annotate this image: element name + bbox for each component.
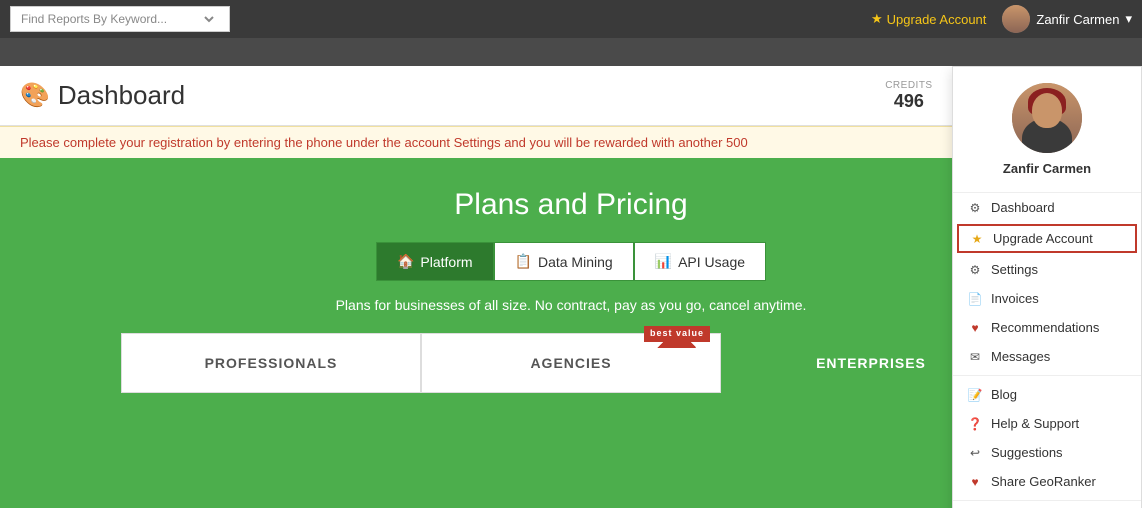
search-input[interactable]: Find Reports By Keyword... bbox=[17, 11, 217, 27]
share-menu-label: Share GeoRanker bbox=[991, 474, 1096, 489]
plan-card-agencies: best value AGENCIES bbox=[421, 333, 721, 393]
menu-item-blog[interactable]: 📝 Blog bbox=[953, 380, 1141, 409]
user-dropdown-menu: Zanfir Carmen ⚙ Dashboard ★ Upgrade Acco… bbox=[952, 66, 1142, 508]
top-nav-right: ★ Upgrade Account Zanfir Carmen ▾ bbox=[871, 5, 1132, 33]
chevron-down-icon: ▾ bbox=[1125, 11, 1132, 27]
messages-menu-label: Messages bbox=[991, 349, 1050, 364]
best-value-badge: best value bbox=[644, 326, 710, 342]
messages-menu-icon: ✉ bbox=[967, 350, 983, 364]
plans-title: Plans and Pricing bbox=[454, 188, 687, 222]
avatar-image bbox=[1002, 5, 1030, 33]
user-menu-button[interactable]: Zanfir Carmen ▾ bbox=[1002, 5, 1132, 33]
content-area: 🎨 Dashboard CREDITS 496 REPORTS 2 MONITO… bbox=[0, 66, 1142, 508]
tab-data-mining-label: Data Mining bbox=[538, 254, 613, 270]
dropdown-user-name: Zanfir Carmen bbox=[1003, 161, 1091, 176]
recommendations-menu-label: Recommendations bbox=[991, 320, 1099, 335]
dropdown-divider-2 bbox=[953, 500, 1141, 501]
help-menu-icon: ❓ bbox=[967, 417, 983, 431]
avatar-small bbox=[1002, 5, 1030, 33]
api-usage-icon: 📊 bbox=[655, 253, 672, 270]
settings-menu-icon: ⚙ bbox=[967, 263, 983, 277]
dropdown-divider-1 bbox=[953, 375, 1141, 376]
plans-tabs: 🏠 Platform 📋 Data Mining 📊 API Usage bbox=[376, 242, 766, 281]
menu-item-messages[interactable]: ✉ Messages bbox=[953, 342, 1141, 371]
blog-menu-icon: 📝 bbox=[967, 388, 983, 402]
tab-data-mining[interactable]: 📋 Data Mining bbox=[494, 242, 634, 281]
dropdown-header: Zanfir Carmen bbox=[953, 67, 1141, 193]
recommendations-menu-icon: ♥ bbox=[967, 321, 983, 335]
credits-value: 496 bbox=[894, 91, 924, 112]
page-wrapper: Find Reports By Keyword... ★ Upgrade Acc… bbox=[0, 0, 1142, 508]
search-bar[interactable]: Find Reports By Keyword... bbox=[10, 6, 230, 32]
data-mining-icon: 📋 bbox=[515, 253, 532, 270]
dashboard-title-group: 🎨 Dashboard bbox=[20, 80, 885, 111]
menu-item-share[interactable]: ♥ Share GeoRanker bbox=[953, 467, 1141, 496]
tab-api-usage-label: API Usage bbox=[678, 254, 745, 270]
alert-message: Please complete your registration by ent… bbox=[20, 135, 748, 150]
share-menu-icon: ♥ bbox=[967, 475, 983, 489]
avatar-head bbox=[1032, 93, 1062, 128]
menu-item-suggestions[interactable]: ↩ Suggestions bbox=[953, 438, 1141, 467]
credits-label: CREDITS bbox=[885, 80, 932, 91]
menu-item-upgrade[interactable]: ★ Upgrade Account bbox=[957, 224, 1137, 253]
menu-item-dashboard[interactable]: ⚙ Dashboard bbox=[953, 193, 1141, 222]
plan-card-professionals: PROFESSIONALS bbox=[121, 333, 421, 393]
tab-platform[interactable]: 🏠 Platform bbox=[376, 242, 494, 281]
menu-item-settings[interactable]: ⚙ Settings bbox=[953, 255, 1141, 284]
suggestions-menu-label: Suggestions bbox=[991, 445, 1063, 460]
menu-item-invoices[interactable]: 📄 Invoices bbox=[953, 284, 1141, 313]
plans-subtitle: Plans for businesses of all size. No con… bbox=[336, 297, 807, 313]
upgrade-menu-icon: ★ bbox=[969, 232, 985, 246]
invoices-menu-label: Invoices bbox=[991, 291, 1039, 306]
suggestions-menu-icon: ↩ bbox=[967, 446, 983, 460]
avatar-large bbox=[1012, 83, 1082, 153]
credits-stat: CREDITS 496 bbox=[885, 80, 932, 112]
settings-menu-label: Settings bbox=[991, 262, 1038, 277]
platform-icon: 🏠 bbox=[397, 253, 414, 270]
menu-item-recommendations[interactable]: ♥ Recommendations bbox=[953, 313, 1141, 342]
tab-platform-label: Platform bbox=[420, 254, 472, 270]
avatar-bg bbox=[1012, 83, 1082, 153]
plan-cards: PROFESSIONALS best value AGENCIES ENTERP… bbox=[121, 333, 1021, 393]
second-bar bbox=[0, 38, 1142, 66]
upgrade-menu-label: Upgrade Account bbox=[993, 231, 1093, 246]
blog-menu-label: Blog bbox=[991, 387, 1017, 402]
upgrade-account-button[interactable]: ★ Upgrade Account bbox=[871, 11, 986, 27]
professionals-label: PROFESSIONALS bbox=[205, 355, 338, 371]
menu-item-help[interactable]: ❓ Help & Support bbox=[953, 409, 1141, 438]
dashboard-icon: 🎨 bbox=[20, 81, 50, 110]
invoices-menu-icon: 📄 bbox=[967, 292, 983, 306]
dashboard-heading: Dashboard bbox=[58, 80, 185, 111]
enterprises-label: ENTERPRISES bbox=[816, 355, 926, 371]
tab-api-usage[interactable]: 📊 API Usage bbox=[634, 242, 766, 281]
dashboard-menu-icon: ⚙ bbox=[967, 201, 983, 215]
user-name-display: Zanfir Carmen bbox=[1036, 12, 1119, 27]
agencies-label: AGENCIES bbox=[530, 355, 611, 371]
star-icon: ★ bbox=[871, 11, 883, 27]
dashboard-menu-label: Dashboard bbox=[991, 200, 1055, 215]
help-menu-label: Help & Support bbox=[991, 416, 1079, 431]
top-nav: Find Reports By Keyword... ★ Upgrade Acc… bbox=[0, 0, 1142, 38]
